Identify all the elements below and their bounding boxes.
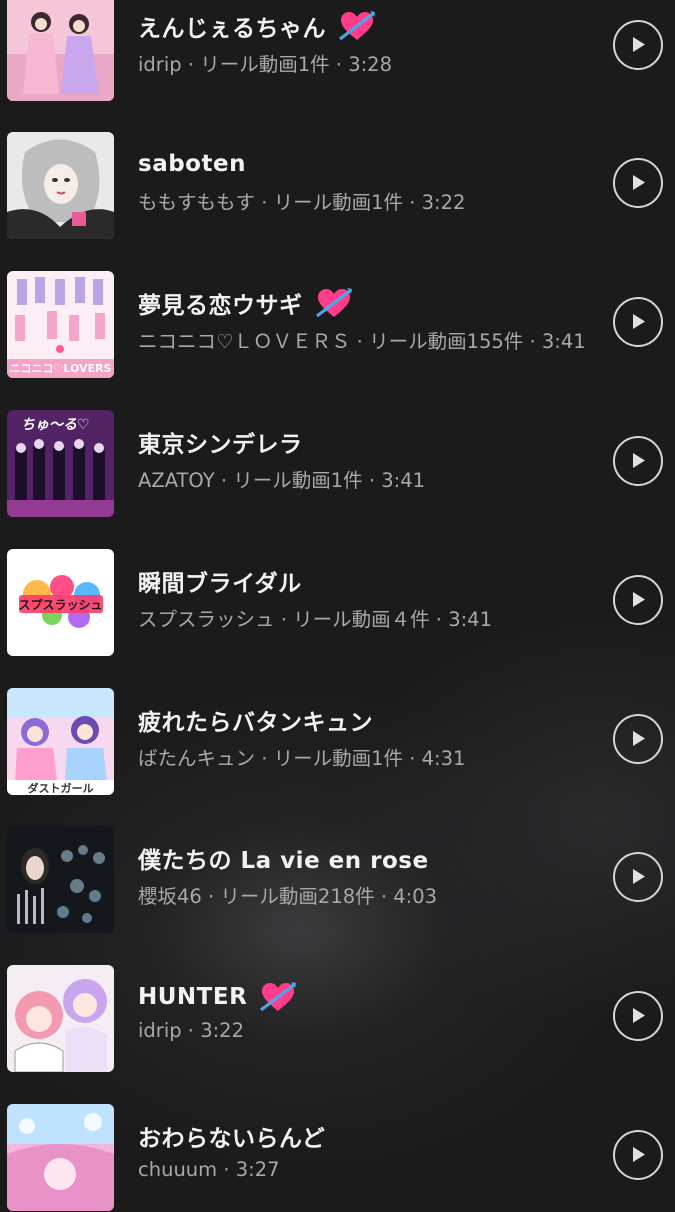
song-subtitle: idrip · リール動画1件 · 3:28 [138,53,392,76]
album-art: ニコニコ♡LOVERS [7,271,114,378]
play-button[interactable] [613,991,663,1041]
song-subtitle: スプスラッシュ · リール動画４件 · 3:41 [138,608,492,631]
song-row[interactable]: スプスラッシュ 瞬間ブライダル スプスラッシュ · リール動画４件 · 3:41 [0,549,675,657]
song-subtitle: AZATOY · リール動画1件 · 3:41 [138,469,426,492]
song-row[interactable]: ちゅ〜る♡ 東京シンデレラ AZATOY · リール動画1件 · 3:41 [0,410,675,518]
play-icon [633,175,645,190]
song-row[interactable]: おわらないらんど chuuum · 3:27 [0,1104,675,1212]
heart-arrow-icon [259,980,297,1014]
album-art [7,1104,114,1211]
album-art [7,826,114,933]
album-art: ちゅ〜る♡ [7,410,114,517]
album-art-label: ちゅ〜る♡ [21,417,90,433]
heart-arrow-icon [315,286,353,320]
song-row[interactable]: えんじぇるちゃん idrip · リール動画1件 · 3:28 [0,0,675,102]
play-button[interactable] [613,575,663,625]
song-title: 東京シンデレラ [138,432,303,458]
song-row[interactable]: ニコニコ♡LOVERS 夢見る恋ウサギ ニコニコ♡ＬＯＶＥＲＳ · リール動画1… [0,271,675,379]
song-title: おわらないらんど [138,1126,326,1152]
song-subtitle: ももすももす · リール動画1件 · 3:22 [138,191,466,214]
play-button[interactable] [613,852,663,902]
song-list: えんじぇるちゃん idrip · リール動画1件 · 3:28 saboten … [0,0,675,1211]
play-icon [633,1147,645,1162]
play-button[interactable] [613,714,663,764]
song-title: 瞬間ブライダル [138,571,302,597]
album-art: スプスラッシュ [7,549,114,656]
song-row[interactable]: 僕たちの La vie en rose 櫻坂46 · リール動画218件 · 4… [0,826,675,934]
song-row[interactable]: ダストガール 疲れたらバタンキュン ばたんキュン · リール動画1件 · 4:3… [0,688,675,796]
song-subtitle: ばたんキュン · リール動画1件 · 4:31 [138,747,466,770]
album-art [7,0,114,101]
song-title: えんじぇるちゃん [138,16,326,42]
song-title: saboten [138,151,246,177]
play-icon [633,592,645,607]
album-art-label: ダストガール [27,782,94,795]
play-icon [633,37,645,52]
song-title: HUNTER [138,984,248,1010]
play-icon [633,731,645,746]
album-art [7,965,114,1072]
play-icon [633,314,645,329]
album-art-label: ニコニコ♡LOVERS [9,362,112,375]
song-title: 夢見る恋ウサギ [138,293,303,319]
song-subtitle: 櫻坂46 · リール動画218件 · 4:03 [138,885,438,908]
song-title: 僕たちの La vie en rose [138,848,429,874]
play-button[interactable] [613,436,663,486]
song-subtitle: chuuum · 3:27 [138,1158,280,1181]
play-button[interactable] [613,20,663,70]
play-button[interactable] [613,297,663,347]
song-subtitle: idrip · 3:22 [138,1019,244,1042]
album-art: ダストガール [7,688,114,795]
play-button[interactable] [613,1130,663,1180]
heart-arrow-icon [338,9,376,43]
play-icon [633,869,645,884]
play-button[interactable] [613,158,663,208]
play-icon [633,453,645,468]
album-art-label: スプスラッシュ [18,598,103,612]
song-row[interactable]: HUNTER idrip · 3:22 [0,965,675,1073]
album-art [7,132,114,239]
song-row[interactable]: saboten ももすももす · リール動画1件 · 3:22 [0,132,675,240]
song-title: 疲れたらバタンキュン [138,710,373,736]
song-subtitle: ニコニコ♡ＬＯＶＥＲＳ · リール動画155件 · 3:41 [138,330,586,353]
play-icon [633,1008,645,1023]
